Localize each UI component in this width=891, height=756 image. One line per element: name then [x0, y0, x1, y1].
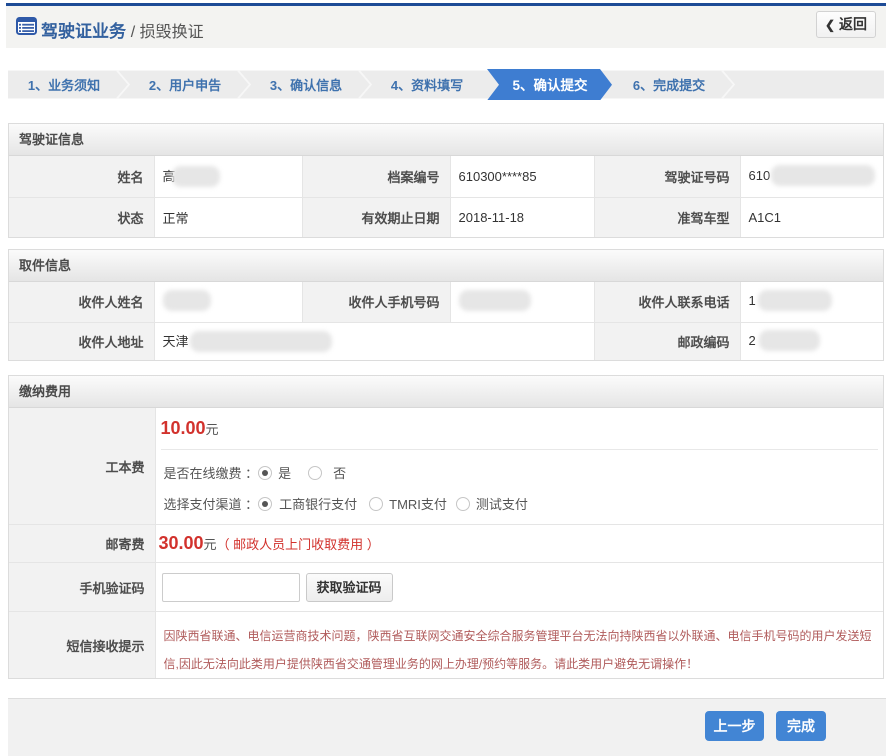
- svg-text:5、确认提交: 5、确认提交: [512, 77, 588, 93]
- svg-text:1、业务须知: 1、业务须知: [28, 78, 100, 93]
- svg-text:4、资料填写: 4、资料填写: [391, 78, 463, 93]
- svg-text:3、确认信息: 3、确认信息: [270, 78, 342, 93]
- svg-text:2、用户申告: 2、用户申告: [149, 78, 221, 93]
- svg-text:6、完成提交: 6、完成提交: [633, 78, 705, 93]
